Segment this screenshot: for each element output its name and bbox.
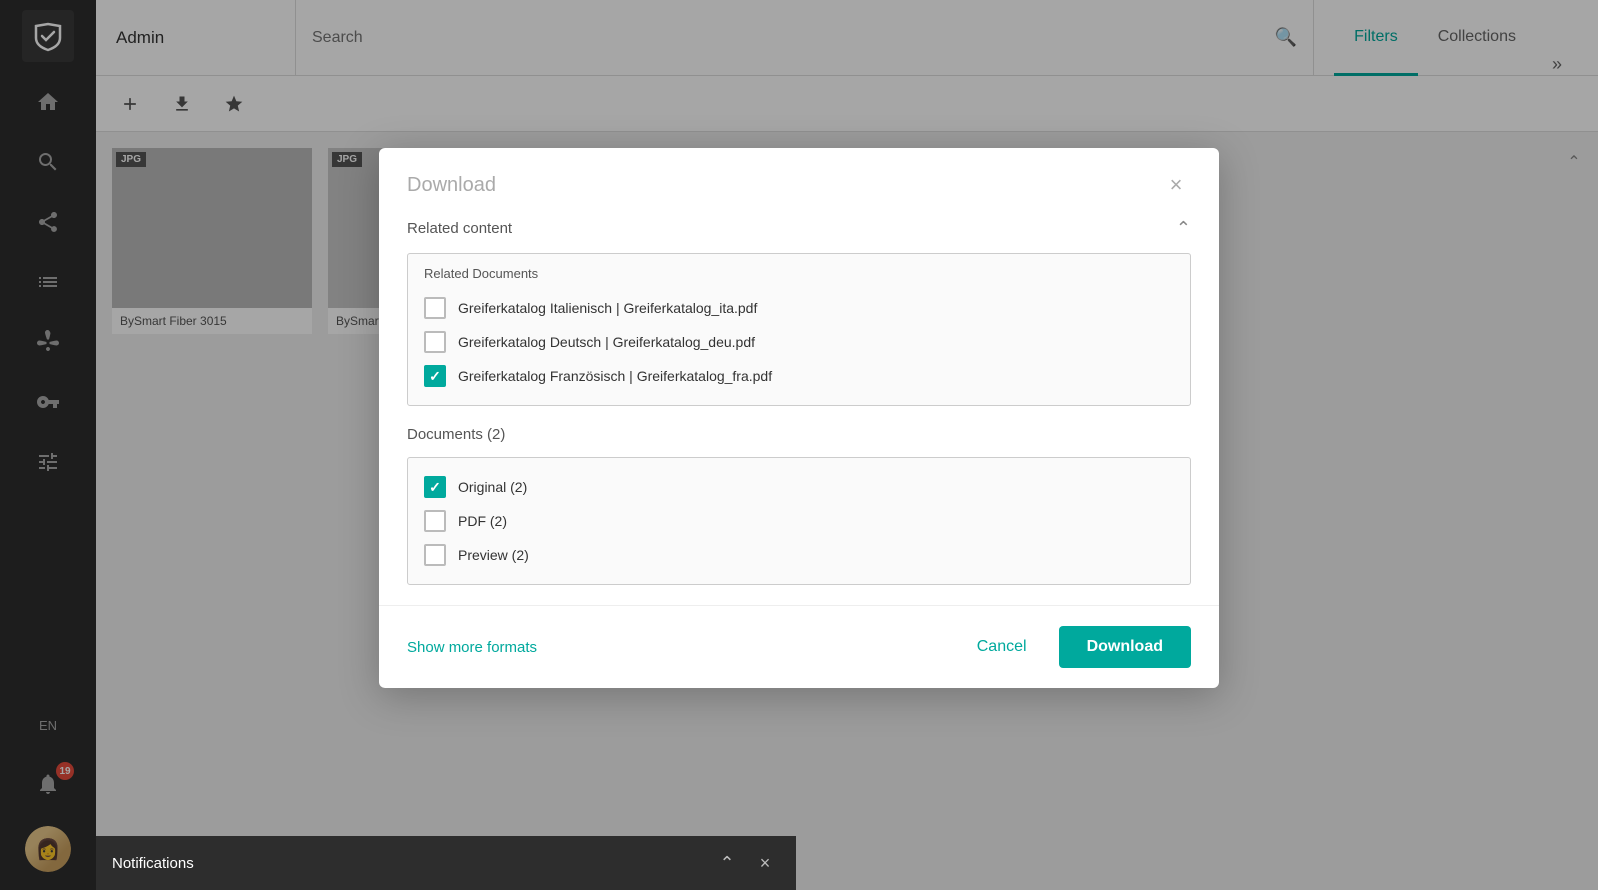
format-row-0[interactable]: Original (2) (424, 470, 1174, 504)
cancel-button[interactable]: Cancel (957, 626, 1047, 668)
related-content-title: Related content (407, 220, 512, 237)
format-row-1[interactable]: PDF (2) (424, 504, 1174, 538)
format-label-0: Original (2) (458, 479, 527, 495)
modal-header: Download × (379, 148, 1219, 218)
documents-subsection: Original (2) PDF (2) Preview (2) (407, 457, 1191, 585)
notifications-label: Notifications (112, 855, 194, 872)
notifications-close-button[interactable]: × (750, 848, 780, 878)
doc-label-2: Greiferkatalog Französisch | Greiferkata… (458, 368, 772, 384)
documents-title: Documents (2) (407, 426, 505, 443)
format-label-1: PDF (2) (458, 513, 507, 529)
download-button[interactable]: Download (1059, 626, 1191, 668)
notifications-collapse-button[interactable]: ⌃ (712, 848, 742, 878)
documents-section: Documents (2) Original (2) PDF (2) Previ… (407, 426, 1191, 585)
doc-row-1[interactable]: Greiferkatalog Deutsch | Greiferkatalog_… (424, 325, 1174, 359)
show-more-formats-link[interactable]: Show more formats (407, 639, 537, 656)
related-content-section: Related content ⌃ Related Documents Grei… (407, 218, 1191, 406)
documents-header: Documents (2) (407, 426, 1191, 443)
format-row-2[interactable]: Preview (2) (424, 538, 1174, 572)
doc-row-0[interactable]: Greiferkatalog Italienisch | Greiferkata… (424, 291, 1174, 325)
related-documents-subsection: Related Documents Greiferkatalog Italien… (407, 253, 1191, 406)
modal-close-button[interactable]: × (1161, 170, 1191, 200)
checkbox-doc-1[interactable] (424, 331, 446, 353)
doc-label-0: Greiferkatalog Italienisch | Greiferkata… (458, 300, 757, 316)
format-label-2: Preview (2) (458, 547, 529, 563)
checkbox-doc-2[interactable] (424, 365, 446, 387)
related-content-collapse[interactable]: ⌃ (1176, 218, 1191, 239)
checkbox-doc-0[interactable] (424, 297, 446, 319)
related-content-header: Related content ⌃ (407, 218, 1191, 239)
modal-footer: Show more formats Cancel Download (379, 605, 1219, 688)
checkbox-format-0[interactable] (424, 476, 446, 498)
doc-label-1: Greiferkatalog Deutsch | Greiferkatalog_… (458, 334, 755, 350)
doc-row-2[interactable]: Greiferkatalog Französisch | Greiferkata… (424, 359, 1174, 393)
notifications-bar: Notifications ⌃ × (96, 836, 796, 890)
modal-body: Related content ⌃ Related Documents Grei… (379, 218, 1219, 605)
notifications-actions: ⌃ × (712, 848, 780, 878)
modal-title: Download (407, 174, 496, 197)
related-documents-title: Related Documents (424, 266, 1174, 281)
checkbox-format-1[interactable] (424, 510, 446, 532)
footer-buttons: Cancel Download (957, 626, 1191, 668)
download-modal: Download × Related content ⌃ Related Doc… (379, 148, 1219, 688)
checkbox-format-2[interactable] (424, 544, 446, 566)
